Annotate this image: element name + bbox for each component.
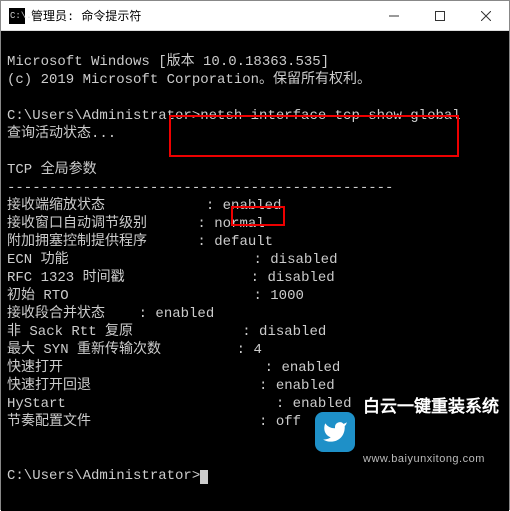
close-button[interactable] (463, 1, 509, 30)
param-row: 初始 RTO : 1000 (7, 288, 304, 304)
param-row: 接收窗口自动调节级别 : normal (7, 216, 265, 232)
cmd-icon: C:\. (9, 8, 25, 24)
window-title: 管理员: 命令提示符 (31, 7, 371, 24)
param-row: HyStart : enabled (7, 396, 351, 412)
maximize-button[interactable] (417, 1, 463, 30)
banner-line: (c) 2019 Microsoft Corporation。保留所有权利。 (7, 72, 371, 88)
param-row: 最大 SYN 重新传输次数 : 4 (7, 342, 262, 358)
minimize-button[interactable] (371, 1, 417, 30)
param-row: 接收段合并状态 : enabled (7, 306, 214, 322)
param-row: ECN 功能 : disabled (7, 252, 337, 268)
watermark-url: www.baiyunxitong.com (363, 454, 499, 465)
prompt: C:\Users\Administrator> (7, 108, 200, 124)
watermark-icon (315, 412, 355, 452)
param-row: 快速打开回退 : enabled (7, 378, 335, 394)
param-row: 快速打开 : enabled (7, 360, 340, 376)
window-controls (371, 1, 509, 30)
watermark-text: 白云一键重装系统 www.baiyunxitong.com (363, 362, 499, 501)
param-row: 接收端缩放状态 : enabled (7, 198, 281, 214)
cursor (200, 470, 208, 484)
divider: ----------------------------------------… (7, 180, 393, 196)
command-text: netsh interface tcp show global (200, 108, 460, 124)
titlebar: C:\. 管理员: 命令提示符 (1, 1, 509, 31)
watermark: 白云一键重装系统 www.baiyunxitong.com (315, 362, 499, 501)
param-row: 非 Sack Rtt 复原 : disabled (7, 324, 326, 340)
terminal-area[interactable]: Microsoft Windows [版本 10.0.18363.535] (c… (1, 31, 509, 511)
banner-line: Microsoft Windows [版本 10.0.18363.535] (7, 54, 329, 70)
status-line: 查询活动状态... (7, 126, 116, 142)
prompt: C:\Users\Administrator> (7, 468, 200, 484)
section-title: TCP 全局参数 (7, 162, 97, 178)
watermark-title: 白云一键重装系统 (363, 398, 499, 415)
param-row: 附加拥塞控制提供程序 : default (7, 234, 273, 250)
param-row: RFC 1323 时间戳 : disabled (7, 270, 335, 286)
param-row: 节奏配置文件 : off (7, 414, 301, 430)
